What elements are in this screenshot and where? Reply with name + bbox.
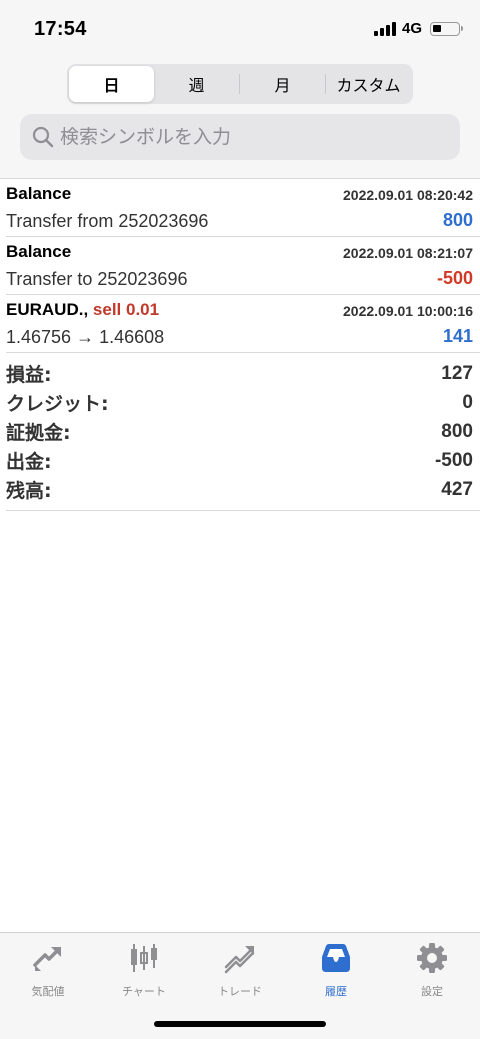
summary-row: 出金: -500 [6, 446, 480, 475]
search-icon [32, 126, 54, 148]
entry-title: Balance [6, 242, 71, 262]
search-input[interactable] [60, 126, 440, 148]
summary-label: 出金: [6, 451, 52, 473]
summary-value: 800 [441, 420, 473, 442]
period-month[interactable]: 月 [240, 66, 325, 102]
summary-row: 残高: 427 [6, 475, 480, 504]
entry-description: Transfer to 252023696 [6, 269, 188, 289]
entry-description: Transfer from 252023696 [6, 211, 209, 231]
history-list: Balance 2022.09.01 08:20:42 Transfer fro… [0, 178, 480, 511]
status-indicators: 4G [373, 20, 463, 37]
quotes-icon [33, 947, 61, 971]
period-selector: 日 週 月 カスタム [67, 64, 413, 104]
tab-settings[interactable]: 設定 [384, 933, 480, 1003]
tab-chart[interactable]: チャート [96, 933, 192, 1003]
status-bar: 17:54 4G [0, 0, 480, 58]
summary-value: 427 [441, 478, 473, 500]
entry-amount: -500 [436, 268, 473, 288]
period-custom[interactable]: カスタム [326, 66, 411, 102]
trade-icon [224, 946, 255, 974]
status-time: 17:54 [34, 18, 87, 40]
entry-symbol: Balance [6, 242, 72, 261]
tab-label: 気配値 [31, 985, 65, 998]
history-entry[interactable]: Balance 2022.09.01 08:20:42 Transfer fro… [6, 179, 480, 237]
battery-icon [430, 21, 463, 36]
summary-label: 損益: [6, 364, 52, 386]
period-day[interactable]: 日 [69, 66, 154, 102]
entry-amount: 141 [442, 326, 473, 346]
tab-quotes[interactable]: 気配値 [0, 933, 96, 1003]
entry-symbol: Balance [6, 184, 72, 203]
summary-value: 0 [462, 391, 473, 413]
summary: 損益: 127 クレジット: 0 証拠金: 800 出金: -500 残高: 4… [6, 353, 480, 511]
tab-bar: 気配値 チャート トレード 履歴 設定 [0, 932, 480, 1039]
entry-time: 2022.09.01 08:21:07 [343, 245, 473, 261]
summary-value: 127 [441, 362, 473, 384]
period-week[interactable]: 週 [154, 66, 239, 102]
entry-time: 2022.09.01 08:20:42 [343, 187, 473, 203]
home-indicator [154, 1021, 326, 1027]
entry-deal: sell 0.01 [92, 300, 160, 319]
summary-label: 証拠金: [6, 422, 71, 444]
entry-description: 1.46756 → 1.46608 [6, 327, 165, 347]
history-entry[interactable]: EURAUD., sell 0.01 2022.09.01 10:00:16 1… [6, 295, 480, 353]
summary-row: 損益: 127 [6, 359, 480, 388]
tab-history[interactable]: 履歴 [288, 933, 384, 1003]
tab-label: トレード [218, 985, 262, 998]
tab-label: チャート [122, 985, 166, 998]
history-entry[interactable]: Balance 2022.09.01 08:21:07 Transfer to … [6, 237, 480, 295]
summary-row: クレジット: 0 [6, 388, 480, 417]
network-type: 4G [401, 20, 422, 37]
signal-icon [373, 21, 396, 36]
settings-icon [417, 943, 447, 973]
entry-time: 2022.09.01 10:00:16 [343, 303, 473, 319]
search-bar[interactable] [20, 114, 460, 160]
entry-amount: 800 [442, 210, 473, 230]
entry-title: Balance [6, 184, 71, 204]
chart-icon [131, 944, 157, 972]
tab-trade[interactable]: トレード [192, 933, 288, 1003]
entry-symbol: EURAUD., [6, 300, 89, 319]
summary-row: 証拠金: 800 [6, 417, 480, 446]
tab-label: 履歴 [325, 985, 347, 998]
tab-label: 設定 [421, 985, 443, 998]
summary-value: -500 [434, 449, 473, 471]
entry-title: EURAUD., sell 0.01 [6, 300, 159, 320]
summary-label: 残高: [6, 480, 52, 502]
header: 日 週 月 カスタム [0, 58, 480, 178]
history-icon [322, 944, 350, 972]
summary-label: クレジット: [6, 393, 109, 415]
